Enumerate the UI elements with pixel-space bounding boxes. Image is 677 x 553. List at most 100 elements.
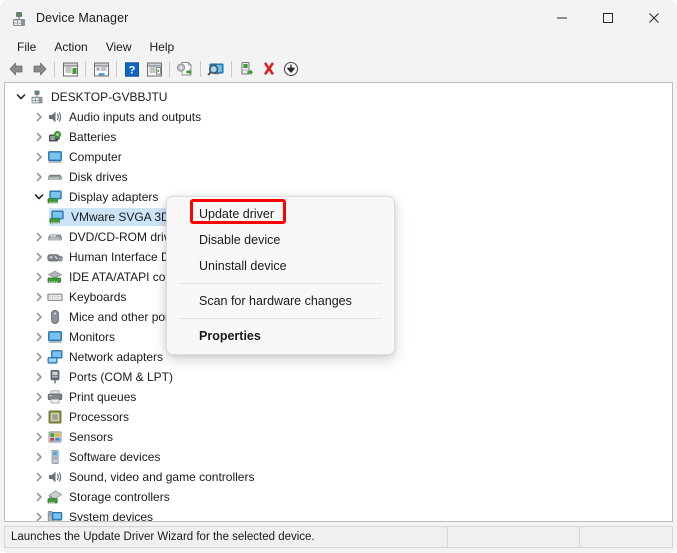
tree-node-label: Keyboards xyxy=(69,290,127,304)
tree-node-label: Ports (COM & LPT) xyxy=(69,370,174,384)
tree-node-label: Sensors xyxy=(69,430,114,444)
menu-help[interactable]: Help xyxy=(141,38,184,56)
tree-node-label: Computer xyxy=(69,150,122,164)
tree-node-label: Batteries xyxy=(69,130,117,144)
update-driver-button[interactable] xyxy=(174,59,196,79)
toolbar-separator-2 xyxy=(85,61,86,77)
chevron-right-icon[interactable] xyxy=(31,507,47,521)
device-manager-icon xyxy=(11,11,27,27)
tree-node-software-devices[interactable]: Software devices xyxy=(5,447,672,467)
menu-file[interactable]: File xyxy=(8,38,45,56)
context-menu-item-uninstall-device[interactable]: Uninstall device xyxy=(167,253,394,279)
tree-node-label: Display adapters xyxy=(69,190,159,204)
context-menu-item-label: Scan for hardware changes xyxy=(199,294,352,308)
chevron-right-icon[interactable] xyxy=(31,327,47,347)
help-button[interactable]: ? xyxy=(121,59,143,79)
context-menu-item-scan-for-hardware-changes[interactable]: Scan for hardware changes xyxy=(167,288,394,314)
chevron-down-icon[interactable] xyxy=(13,87,29,107)
tree-node-storage-controllers[interactable]: Storage controllers xyxy=(5,487,672,507)
tree-node-label: Print queues xyxy=(69,390,137,404)
chevron-right-icon[interactable] xyxy=(31,467,47,487)
chevron-right-icon[interactable] xyxy=(31,447,47,467)
tree-node-system-devices[interactable]: System devices xyxy=(5,507,672,522)
dvd-drive-icon xyxy=(47,229,63,245)
chevron-right-icon[interactable] xyxy=(31,267,47,287)
chevron-right-icon[interactable] xyxy=(31,167,47,187)
enable-device-button[interactable] xyxy=(236,59,258,79)
chevron-right-icon[interactable] xyxy=(31,227,47,247)
speaker-icon xyxy=(47,469,63,485)
tree-node-batteries[interactable]: Batteries xyxy=(5,127,672,147)
uninstall-device-button[interactable] xyxy=(258,59,280,79)
device-context-menu[interactable]: Update driver Disable device Uninstall d… xyxy=(166,196,395,355)
back-button[interactable] xyxy=(6,59,28,79)
tree-node-label: Audio inputs and outputs xyxy=(69,110,202,124)
chevron-down-icon[interactable] xyxy=(31,187,47,207)
chevron-right-icon[interactable] xyxy=(31,127,47,147)
chevron-right-icon[interactable] xyxy=(31,147,47,167)
toolbar-separator-4 xyxy=(169,61,170,77)
context-menu-item-label: Uninstall device xyxy=(199,259,287,273)
sensor-icon xyxy=(47,429,63,445)
tree-node-ports-com-and-lpt[interactable]: Ports (COM & LPT) xyxy=(5,367,672,387)
context-menu-item-properties[interactable]: Properties xyxy=(167,323,394,349)
menu-bar: File Action View Help xyxy=(0,36,677,58)
close-button[interactable] xyxy=(631,1,677,35)
context-menu-item-update-driver[interactable]: Update driver xyxy=(167,201,394,227)
tree-node-processors[interactable]: Processors xyxy=(5,407,672,427)
speaker-icon xyxy=(47,109,63,125)
forward-button[interactable] xyxy=(28,59,50,79)
chevron-right-icon[interactable] xyxy=(31,347,47,367)
tree-node-computer[interactable]: Computer xyxy=(5,147,672,167)
chevron-right-icon[interactable] xyxy=(31,287,47,307)
network-adapter-icon xyxy=(47,349,63,365)
software-device-icon xyxy=(47,449,63,465)
chevron-right-icon[interactable] xyxy=(31,427,47,447)
printer-icon xyxy=(47,389,63,405)
window-title: Device Manager xyxy=(36,11,129,25)
hid-icon xyxy=(47,249,63,265)
context-menu-separator-1 xyxy=(179,283,382,284)
properties-button[interactable] xyxy=(90,59,112,79)
toolbar-separator-6 xyxy=(231,61,232,77)
chevron-right-icon[interactable] xyxy=(31,407,47,427)
battery-icon xyxy=(47,129,63,145)
menu-action[interactable]: Action xyxy=(45,38,96,56)
tree-node-print-queues[interactable]: Print queues xyxy=(5,387,672,407)
status-bar-text: Launches the Update Driver Wizard for th… xyxy=(11,531,315,543)
toolbar: ? xyxy=(0,58,677,80)
context-menu-item-disable-device[interactable]: Disable device xyxy=(167,227,394,253)
maximize-button[interactable] xyxy=(585,1,631,35)
port-icon xyxy=(47,369,63,385)
show-hide-action-pane-button[interactable] xyxy=(143,59,165,79)
chevron-right-icon[interactable] xyxy=(31,387,47,407)
computer-node-icon xyxy=(29,89,45,105)
tree-node-sensors[interactable]: Sensors xyxy=(5,427,672,447)
chevron-right-icon[interactable] xyxy=(31,247,47,267)
ide-controller-icon xyxy=(47,269,63,285)
tree-node-label: Sound, video and game controllers xyxy=(69,470,255,484)
minimize-button[interactable] xyxy=(539,1,585,35)
svg-text:?: ? xyxy=(129,64,136,76)
show-hide-console-tree-button[interactable] xyxy=(59,59,81,79)
chevron-right-icon[interactable] xyxy=(31,107,47,127)
context-menu-item-label: Disable device xyxy=(199,233,281,247)
scan-for-hardware-changes-button[interactable] xyxy=(205,59,227,79)
menu-view[interactable]: View xyxy=(97,38,141,56)
tree-node-desktop[interactable]: DESKTOP-GVBBJTU xyxy=(5,87,672,107)
tree-node-audio-inputs-and-outputs[interactable]: Audio inputs and outputs xyxy=(5,107,672,127)
tree-node-sound-video-and-game-controllers[interactable]: Sound, video and game controllers xyxy=(5,467,672,487)
tree-node-label: System devices xyxy=(69,510,154,522)
chevron-right-icon[interactable] xyxy=(31,487,47,507)
tree-node-disk-drives[interactable]: Disk drives xyxy=(5,167,672,187)
monitor-icon xyxy=(47,149,63,165)
tree-node-label: VMware SVGA 3D xyxy=(71,210,170,224)
context-menu-item-label: Properties xyxy=(199,329,261,343)
chevron-right-icon[interactable] xyxy=(31,367,47,387)
tree-node-label: Software devices xyxy=(69,450,161,464)
status-bar: Launches the Update Driver Wizard for th… xyxy=(4,526,673,548)
context-menu-separator-2 xyxy=(179,318,382,319)
disable-device-button[interactable] xyxy=(280,59,302,79)
tree-node-label: Storage controllers xyxy=(69,490,170,504)
chevron-right-icon[interactable] xyxy=(31,307,47,327)
